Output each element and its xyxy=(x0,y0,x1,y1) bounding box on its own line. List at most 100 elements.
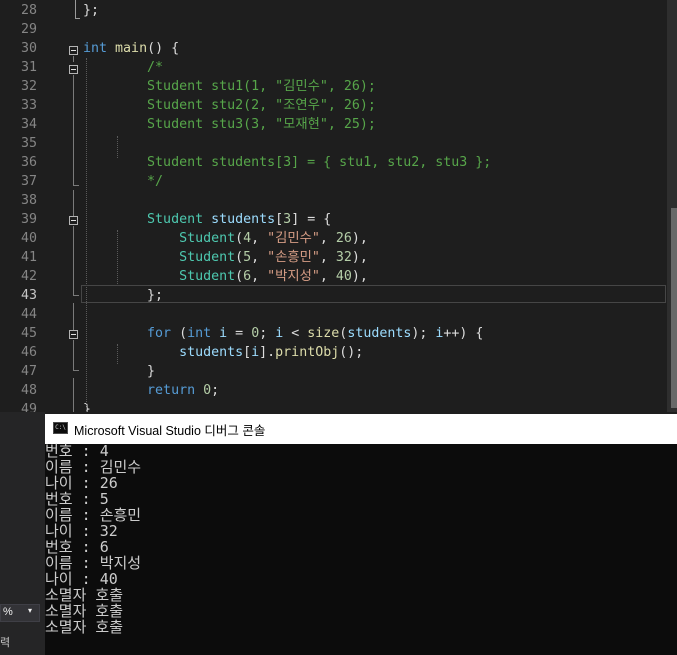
code-line[interactable]: 35 xyxy=(0,134,677,153)
code-line[interactable]: 34 Student stu3(3, "모재현", 25); xyxy=(0,115,677,134)
line-number: 34 xyxy=(20,117,37,132)
console-output: 번호 : 4 이름 : 김민수 나이 : 26 번호 : 5 이름 : 손흥민 나이 : … xyxy=(45,443,677,635)
code-token: 0 xyxy=(203,383,212,398)
code-token: int xyxy=(187,326,212,341)
line-number: 38 xyxy=(20,193,37,208)
code-line[interactable]: 28}; xyxy=(0,1,677,20)
line-number: 45 xyxy=(20,326,37,341)
code-token: ] = { xyxy=(291,212,332,227)
code-line[interactable]: 46 students[i].printObj(); xyxy=(0,343,677,362)
zoom-dropdown[interactable]: % ▾ xyxy=(0,604,40,622)
code-token: ); xyxy=(411,326,436,341)
code-line[interactable]: 41 Student(5, "손흥민", 32), xyxy=(0,248,677,267)
code-token: i xyxy=(219,326,228,341)
fold-line xyxy=(73,185,79,186)
code-text: Student students[3] = { stu1, stu2, stu3… xyxy=(83,153,491,172)
code-line[interactable]: 47 } xyxy=(0,362,677,381)
console-output-line: 이름 : 김민수 xyxy=(45,458,142,476)
code-token: "박지성" xyxy=(267,269,320,284)
code-token: for xyxy=(147,326,172,341)
code-token: } xyxy=(83,402,92,412)
line-number: 28 xyxy=(20,3,37,18)
code-token: 26 xyxy=(335,231,352,246)
code-token: i xyxy=(251,345,260,360)
code-line[interactable]: 33 Student stu2(2, "조연우", 26); xyxy=(0,96,677,115)
code-text: students[i].printObj(); xyxy=(83,343,363,362)
panel-tab-label[interactable]: 력 xyxy=(0,634,10,650)
code-token: ( xyxy=(235,250,244,265)
code-line[interactable]: 37 */ xyxy=(0,172,677,191)
code-token: 40 xyxy=(335,269,352,284)
code-token: ), xyxy=(351,250,368,265)
indent-guide xyxy=(117,136,118,158)
code-line[interactable]: 45 for (int i = 0; i < size(students); i… xyxy=(0,324,677,343)
code-token: , xyxy=(251,231,268,246)
code-line[interactable]: 42 Student(6, "박지성", 40), xyxy=(0,267,677,286)
console-output-line: 번호 : 5 xyxy=(45,490,109,508)
debug-console-window[interactable]: C:\ Microsoft Visual Studio 디버그 콘솔 번호 : … xyxy=(45,414,677,655)
fold-toggle-for-icon[interactable] xyxy=(69,330,78,339)
code-line[interactable]: 40 Student(4, "김민수", 26), xyxy=(0,229,677,248)
line-number: 41 xyxy=(20,250,37,265)
console-output-line: 나이 : 26 xyxy=(45,474,118,492)
code-token: ]. xyxy=(259,345,276,360)
console-output-line: 번호 : 6 xyxy=(45,538,109,556)
code-line[interactable]: 31 /* xyxy=(0,58,677,77)
code-line[interactable]: 48 return 0; xyxy=(0,381,677,400)
code-token: (); xyxy=(339,345,364,360)
code-token: ; xyxy=(259,326,276,341)
code-text: for (int i = 0; i < size(students); i++)… xyxy=(83,324,483,343)
fold-line xyxy=(73,190,74,216)
code-token: ( xyxy=(171,326,188,341)
fold-toggle-comment-icon[interactable] xyxy=(69,65,78,74)
code-token: 3 xyxy=(283,212,292,227)
console-output-line: 번호 : 4 xyxy=(45,442,109,460)
code-line[interactable]: 36 Student students[3] = { stu1, stu2, s… xyxy=(0,153,677,172)
code-line[interactable]: 49} xyxy=(0,400,677,412)
code-token: }; xyxy=(83,3,100,18)
line-number: 39 xyxy=(20,212,37,227)
code-line[interactable]: 38 xyxy=(0,191,677,210)
code-text: } xyxy=(83,362,155,381)
code-token: ; xyxy=(211,383,220,398)
line-number: 49 xyxy=(20,402,37,412)
console-output-line: 소멸자 호출 xyxy=(45,586,124,604)
code-line[interactable]: 30 int main() { xyxy=(0,39,677,58)
code-line[interactable]: 32 Student stu1(1, "김민수", 26); xyxy=(0,77,677,96)
line-number: 36 xyxy=(20,155,37,170)
code-text: Student stu1(1, "김민수", 26); xyxy=(83,77,376,96)
fold-line xyxy=(73,295,79,296)
code-line[interactable]: 44 xyxy=(0,305,677,324)
console-output-line: 나이 : 32 xyxy=(45,522,118,540)
code-token: 5 xyxy=(243,250,252,265)
console-icon: C:\ xyxy=(53,422,68,434)
code-token: , xyxy=(319,250,336,265)
code-token: ++) { xyxy=(443,326,484,341)
console-titlebar[interactable]: C:\ Microsoft Visual Studio 디버그 콘솔 xyxy=(45,414,677,444)
line-number: 32 xyxy=(20,79,37,94)
code-text: Student stu2(2, "조연우", 26); xyxy=(83,96,376,115)
fold-toggle-main-icon[interactable] xyxy=(69,46,78,55)
fold-line xyxy=(73,340,74,370)
code-line[interactable]: 39 Student students[3] = { xyxy=(0,210,677,229)
code-line[interactable]: 29 xyxy=(0,20,677,39)
scrollbar-thumb[interactable] xyxy=(671,208,677,408)
fold-toggle-array-icon[interactable] xyxy=(69,216,78,225)
code-editor[interactable]: 28}; 29 30 int main() {31 /* 32 Student stu1… xyxy=(0,0,677,412)
code-text: Student(5, "손흥민", 32), xyxy=(83,248,368,267)
code-token: size xyxy=(307,326,340,341)
console-output-line: 나이 : 40 xyxy=(45,570,118,588)
line-number: 37 xyxy=(20,174,37,189)
code-token: /* xyxy=(147,60,164,75)
